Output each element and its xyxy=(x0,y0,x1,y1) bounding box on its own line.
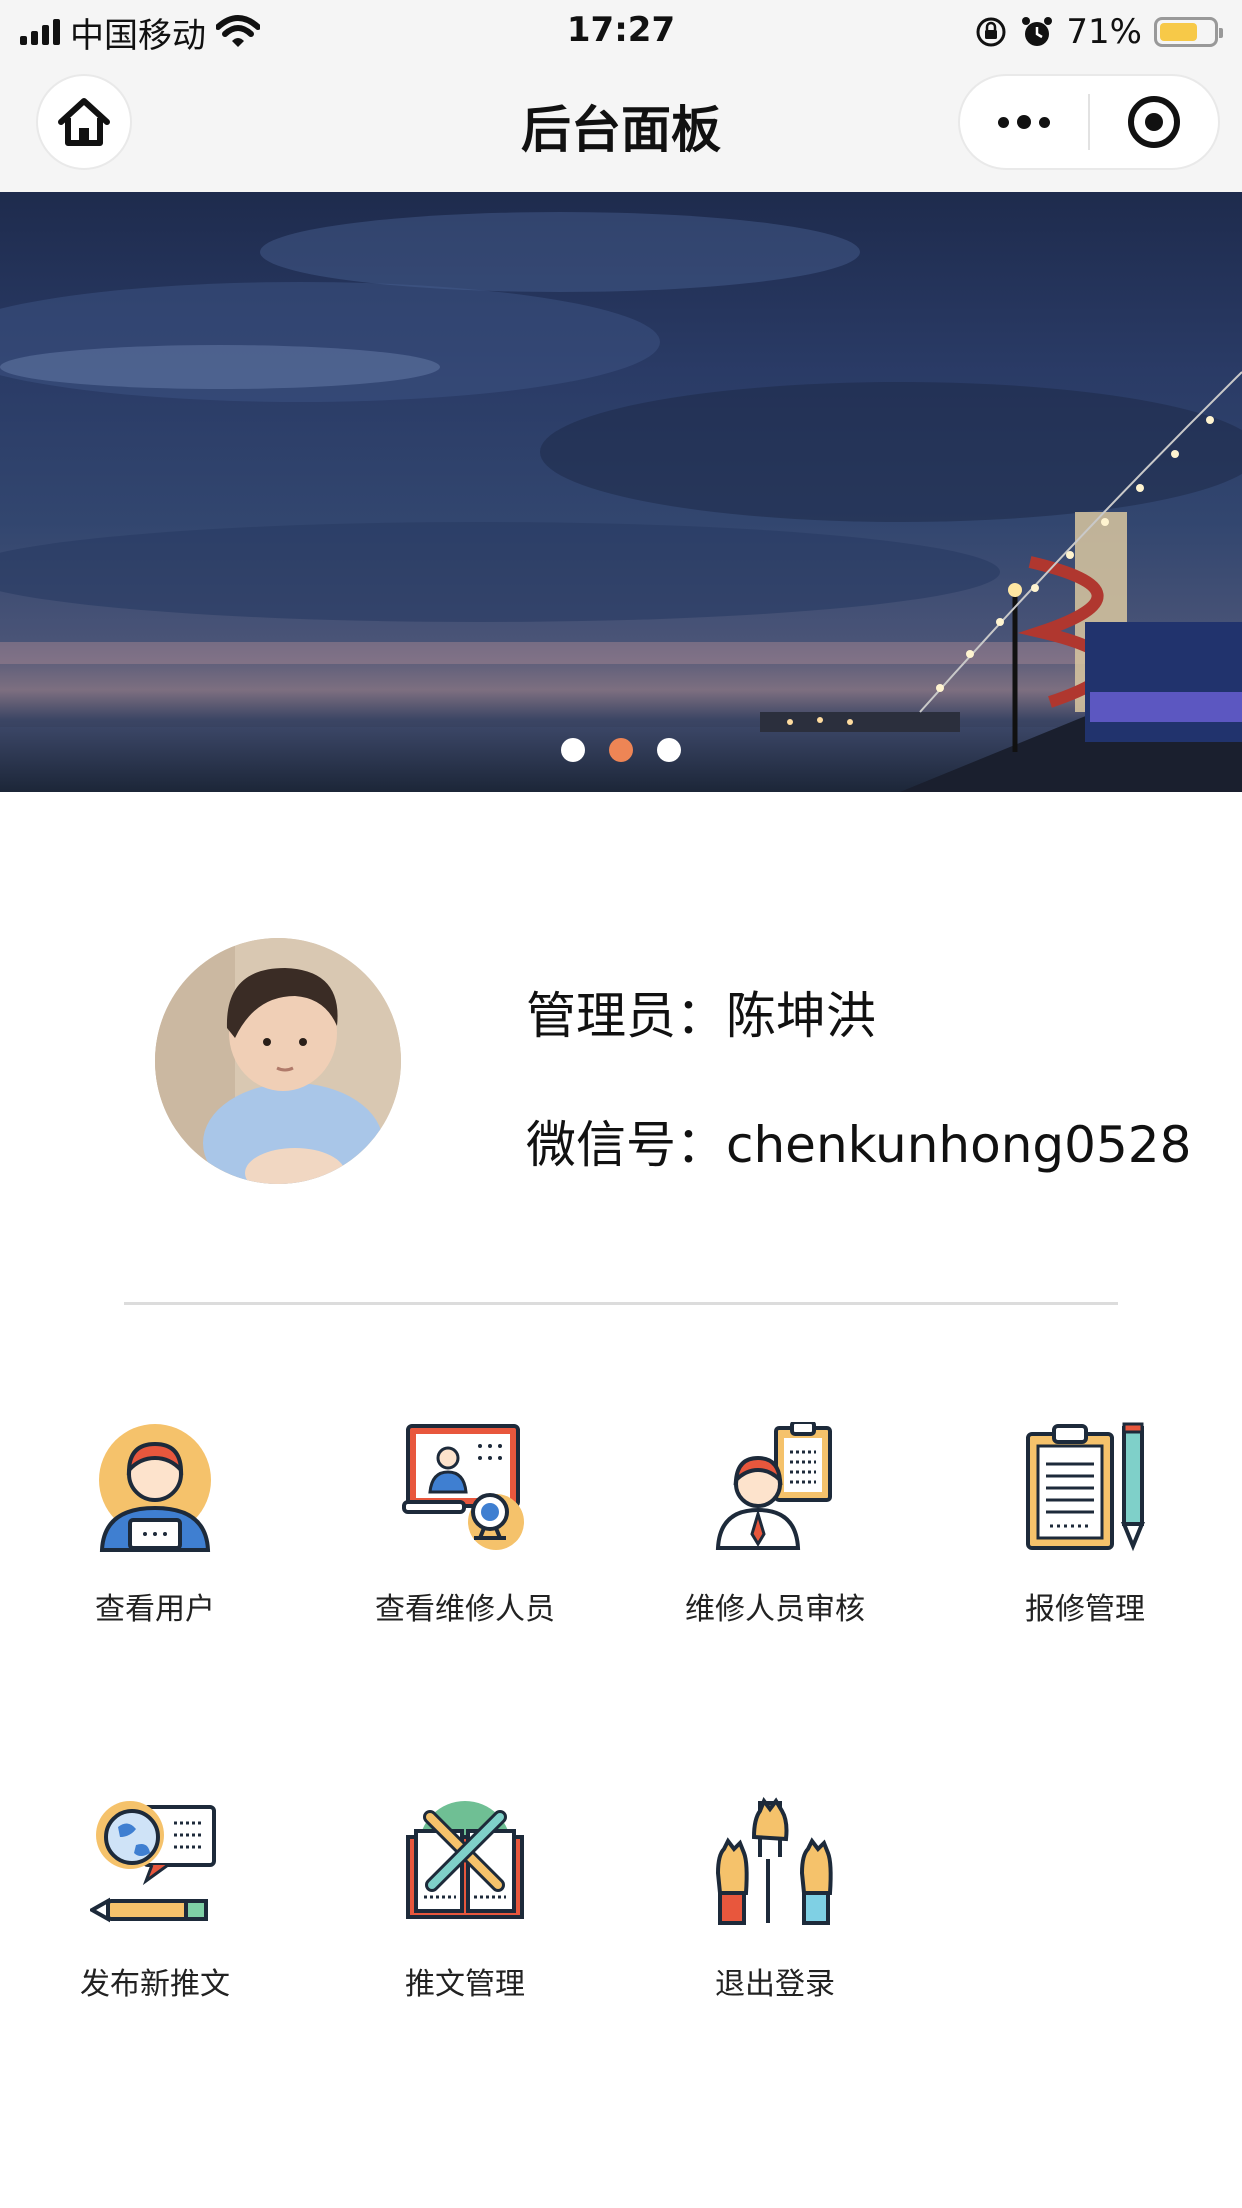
menu-view-technicians[interactable]: 查看维修人员 xyxy=(310,1422,620,1628)
menu-label: 维修人员审核 xyxy=(685,1592,865,1627)
banner-carousel[interactable] xyxy=(0,192,1242,792)
book-tools-icon xyxy=(406,1801,524,1919)
staff-review-icon xyxy=(715,1422,832,1550)
menu-post-management[interactable]: 推文管理 xyxy=(310,1797,620,2003)
menu-label: 查看维修人员 xyxy=(375,1592,555,1627)
user-icon xyxy=(99,1424,211,1552)
technician-screen-icon xyxy=(402,1424,524,1550)
menu-logout[interactable]: 退出登录 xyxy=(620,1797,930,2003)
menu-publish-post[interactable]: 发布新推文 xyxy=(0,1797,310,2003)
menu-technician-review[interactable]: 维修人员审核 xyxy=(620,1422,930,1628)
more-icon xyxy=(998,115,1050,129)
admin-label: 管理员： xyxy=(526,987,726,1045)
avatar xyxy=(155,938,401,1184)
menu-label: 查看用户 xyxy=(95,1592,215,1627)
menu-label: 报修管理 xyxy=(1025,1592,1145,1627)
close-button[interactable] xyxy=(1090,96,1218,148)
admin-row: 管理员：陈坤洪 xyxy=(526,976,876,1048)
clipboard-pen-icon xyxy=(1026,1422,1145,1552)
rotation-lock-icon xyxy=(976,17,1006,47)
raised-hands-icon xyxy=(715,1797,833,1925)
avatar-image xyxy=(155,938,401,1184)
wechat-row: 微信号：chenkunhong0528 xyxy=(526,1105,1191,1177)
globe-publish-icon xyxy=(90,1801,216,1923)
battery-percent: 71% xyxy=(1066,12,1142,52)
menu-label: 推文管理 xyxy=(405,1967,525,2002)
nav-header: 后台面板 xyxy=(0,66,1242,192)
menu-view-users[interactable]: 查看用户 xyxy=(0,1422,310,1628)
wechat-label: 微信号： xyxy=(526,1116,726,1174)
section-divider xyxy=(124,1302,1118,1305)
wechat-id: chenkunhong0528 xyxy=(726,1116,1192,1174)
menu-repair-management[interactable]: 报修管理 xyxy=(930,1422,1240,1628)
target-icon xyxy=(1128,96,1180,148)
battery-icon xyxy=(1154,17,1223,47)
carousel-dot[interactable] xyxy=(609,738,633,762)
carousel-dots xyxy=(0,738,1242,762)
admin-name: 陈坤洪 xyxy=(726,987,876,1045)
menu-label: 退出登录 xyxy=(715,1967,835,2002)
carousel-dot[interactable] xyxy=(561,738,585,762)
menu-label: 发布新推文 xyxy=(80,1967,230,2002)
banner-image xyxy=(0,212,1242,792)
carousel-dot[interactable] xyxy=(657,738,681,762)
mini-program-capsule xyxy=(958,74,1220,170)
alarm-icon xyxy=(1022,17,1053,46)
more-button[interactable] xyxy=(960,115,1088,129)
status-bar: 中国移动 17:27 71% xyxy=(0,0,1242,66)
status-right: 71% xyxy=(974,10,1223,54)
